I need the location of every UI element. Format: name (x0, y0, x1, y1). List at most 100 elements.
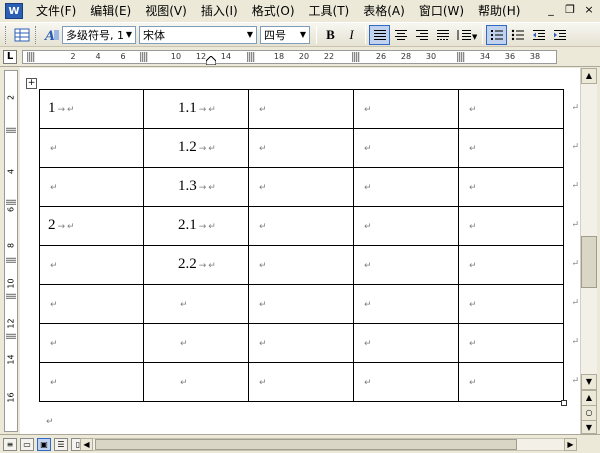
toolbar-grip-2[interactable] (35, 25, 38, 44)
ruler-row-marker[interactable] (6, 127, 16, 133)
ruler-row-marker[interactable] (6, 199, 16, 205)
normal-view-icon[interactable]: ≡ (3, 437, 17, 451)
bullets-button[interactable] (507, 25, 528, 45)
table-cell[interactable]: 2 → ↵ (39, 206, 144, 246)
table-cell[interactable]: ↵ ↵ (458, 128, 579, 168)
table-cell[interactable]: ↵ (39, 245, 144, 285)
decrease-indent-button[interactable] (528, 25, 549, 45)
table-cell[interactable]: ↵ (353, 206, 459, 246)
document-table[interactable]: 1 → ↵ 1.1 → ↵ ↵ ↵ ↵ ↵ ↵ 1.2 → ↵ ↵ ↵ ↵ ↵ ↵ 1.3 → ↵ ↵ ↵ ↵ ↵ 2 → ↵ 2.1 → ↵… (39, 89, 579, 402)
minimize-button[interactable]: _ (544, 3, 558, 17)
scroll-up-button[interactable]: ▲ (581, 68, 597, 84)
menu-tools[interactable]: 工具(T) (302, 1, 357, 21)
vertical-scroll-thumb[interactable] (581, 236, 597, 288)
ruler-column-marker[interactable] (27, 52, 35, 62)
table-cell[interactable]: ↵ (39, 362, 144, 402)
menu-table[interactable]: 表格(A) (356, 1, 412, 21)
ruler-row-marker[interactable] (6, 257, 16, 263)
table-cell[interactable]: ↵ (248, 323, 354, 363)
vertical-ruler[interactable]: 2 4 6 8 10 12 14 16 (4, 70, 18, 432)
table-cell[interactable]: ↵ ↵ (458, 245, 579, 285)
horizontal-scroll-thumb[interactable] (95, 439, 517, 450)
table-cell[interactable]: ↵ ↵ (458, 323, 579, 363)
table-cell[interactable]: ↵ ↵ (458, 89, 579, 129)
print-layout-view-icon[interactable]: ▣ (37, 437, 51, 451)
next-page-button[interactable]: ▼ (581, 420, 597, 434)
indent-marker-icon[interactable] (206, 56, 216, 65)
table-cell[interactable]: ↵ (39, 284, 144, 324)
close-button[interactable]: × (582, 3, 596, 17)
styles-pane-icon[interactable]: A (41, 25, 62, 45)
ruler-column-marker[interactable] (140, 52, 148, 62)
previous-page-button[interactable]: ▲ (581, 390, 597, 406)
word-app-icon[interactable]: W (5, 3, 23, 19)
web-layout-view-icon[interactable]: ▭ (20, 437, 34, 451)
document-canvas[interactable]: + 1 → ↵ 1.1 → ↵ ↵ ↵ ↵ ↵ ↵ 1.2 → ↵ ↵ ↵ ↵ ↵ ↵ 1.3 → ↵ ↵ ↵ ↵ ↵ 2 → ↵ 2.1… (20, 68, 580, 434)
menu-window[interactable]: 窗口(W) (412, 1, 471, 21)
distributed-button[interactable] (432, 25, 453, 45)
scroll-left-button[interactable]: ◀ (80, 438, 93, 451)
scroll-down-button[interactable]: ▼ (581, 374, 597, 390)
align-center-button[interactable] (390, 25, 411, 45)
menu-format[interactable]: 格式(O) (245, 1, 302, 21)
toolbar-grip[interactable] (5, 25, 8, 44)
tab-stop-selector[interactable]: L (3, 50, 17, 64)
font-size-combo[interactable]: 四号 ▼ (260, 25, 310, 44)
table-cell[interactable]: 2.1 → ↵ (143, 206, 249, 246)
menu-help[interactable]: 帮助(H) (471, 1, 527, 21)
scroll-right-button[interactable]: ▶ (564, 438, 577, 451)
line-spacing-button[interactable]: ▼ (453, 25, 479, 45)
table-cell[interactable]: ↵ ↵ (458, 284, 579, 324)
table-cell[interactable]: ↵ (248, 167, 354, 207)
align-right-button[interactable] (411, 25, 432, 45)
table-view-icon[interactable] (11, 25, 32, 45)
table-cell[interactable]: ↵ (353, 128, 459, 168)
table-cell[interactable]: ↵ ↵ (458, 362, 579, 402)
italic-button[interactable]: I (341, 25, 362, 45)
ruler-row-marker[interactable] (6, 293, 16, 299)
table-cell[interactable]: 2.2 → ↵ (143, 245, 249, 285)
table-cell[interactable]: ↵ (353, 167, 459, 207)
numbering-button[interactable] (486, 24, 507, 45)
ruler-row-marker[interactable] (6, 333, 16, 339)
table-cell[interactable]: 1.1 → ↵ (143, 89, 249, 129)
table-cell[interactable]: ↵ (353, 89, 459, 129)
table-cell[interactable]: ↵ (248, 245, 354, 285)
table-resize-handle[interactable] (561, 400, 567, 406)
bold-button[interactable]: B (320, 25, 341, 45)
table-cell[interactable]: 1 → ↵ (39, 89, 144, 129)
ruler-column-marker[interactable] (352, 52, 360, 62)
menu-edit[interactable]: 编辑(E) (83, 1, 138, 21)
browse-object-button[interactable]: ○ (581, 405, 597, 421)
table-cell[interactable]: ↵ ↵ (458, 167, 579, 207)
table-cell[interactable]: ↵ (143, 284, 249, 324)
horizontal-scrollbar[interactable]: ◀ ▶ (80, 438, 577, 451)
vertical-scrollbar[interactable]: ▲ ▼ ▲ ○ ▼ (580, 68, 597, 434)
menu-view[interactable]: 视图(V) (138, 1, 194, 21)
increase-indent-button[interactable] (549, 25, 570, 45)
table-cell[interactable]: ↵ (143, 323, 249, 363)
menu-insert[interactable]: 插入(I) (194, 1, 245, 21)
chevron-down-icon[interactable]: ▼ (244, 27, 256, 43)
table-cell[interactable]: ↵ (248, 206, 354, 246)
table-cell[interactable]: ↵ (353, 362, 459, 402)
chevron-down-icon[interactable]: ▼ (297, 27, 309, 43)
table-cell[interactable]: ↵ (39, 128, 144, 168)
table-cell[interactable]: ↵ (248, 362, 354, 402)
table-move-handle-icon[interactable]: + (26, 78, 37, 89)
table-cell[interactable]: ↵ (248, 284, 354, 324)
chevron-down-icon[interactable]: ▼ (123, 27, 135, 43)
table-cell[interactable]: ↵ ↵ (458, 206, 579, 246)
table-cell[interactable]: ↵ (39, 167, 144, 207)
table-cell[interactable]: ↵ (39, 323, 144, 363)
font-combo[interactable]: 宋体 ▼ (139, 25, 257, 44)
table-cell[interactable]: ↵ (353, 245, 459, 285)
table-cell[interactable]: ↵ (143, 362, 249, 402)
restore-button[interactable]: ❐ (563, 3, 577, 17)
table-cell[interactable]: 1.2 → ↵ (143, 128, 249, 168)
ruler-column-marker[interactable] (457, 52, 465, 62)
style-combo[interactable]: 多级符号, 1 ▼ (62, 25, 136, 44)
outline-view-icon[interactable]: ☰ (54, 437, 68, 451)
horizontal-ruler[interactable]: 2 4 6 10 12 14 18 20 22 26 28 30 34 36 3… (22, 50, 557, 65)
table-cell[interactable]: 1.3 → ↵ (143, 167, 249, 207)
